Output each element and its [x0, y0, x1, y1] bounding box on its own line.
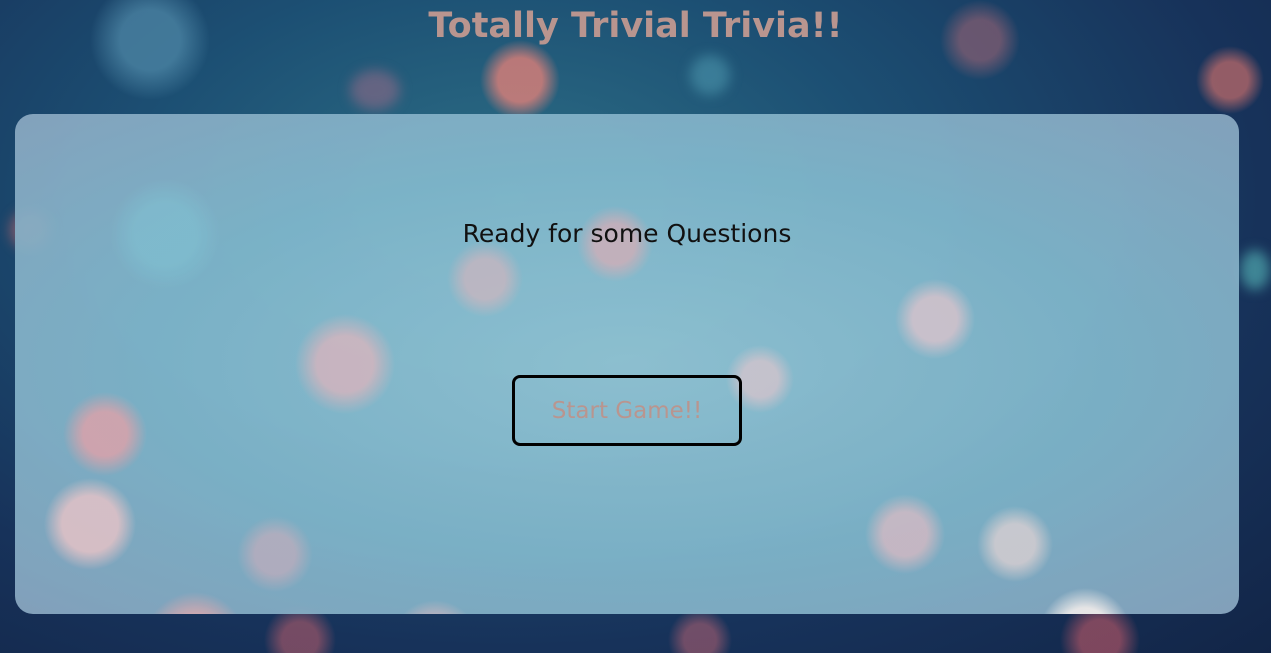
bokeh-light: [1240, 250, 1270, 290]
page-title: Totally Trivial Trivia!!: [428, 6, 843, 46]
start-game-button[interactable]: Start Game!!: [512, 375, 742, 446]
bokeh-light: [690, 55, 730, 95]
game-card: Ready for some Questions Start Game!!: [15, 114, 1239, 614]
page-background: { "header": { "title": "Totally Trivial …: [0, 0, 1271, 653]
prompt-text: Ready for some Questions: [462, 219, 792, 248]
bokeh-light: [350, 70, 400, 110]
